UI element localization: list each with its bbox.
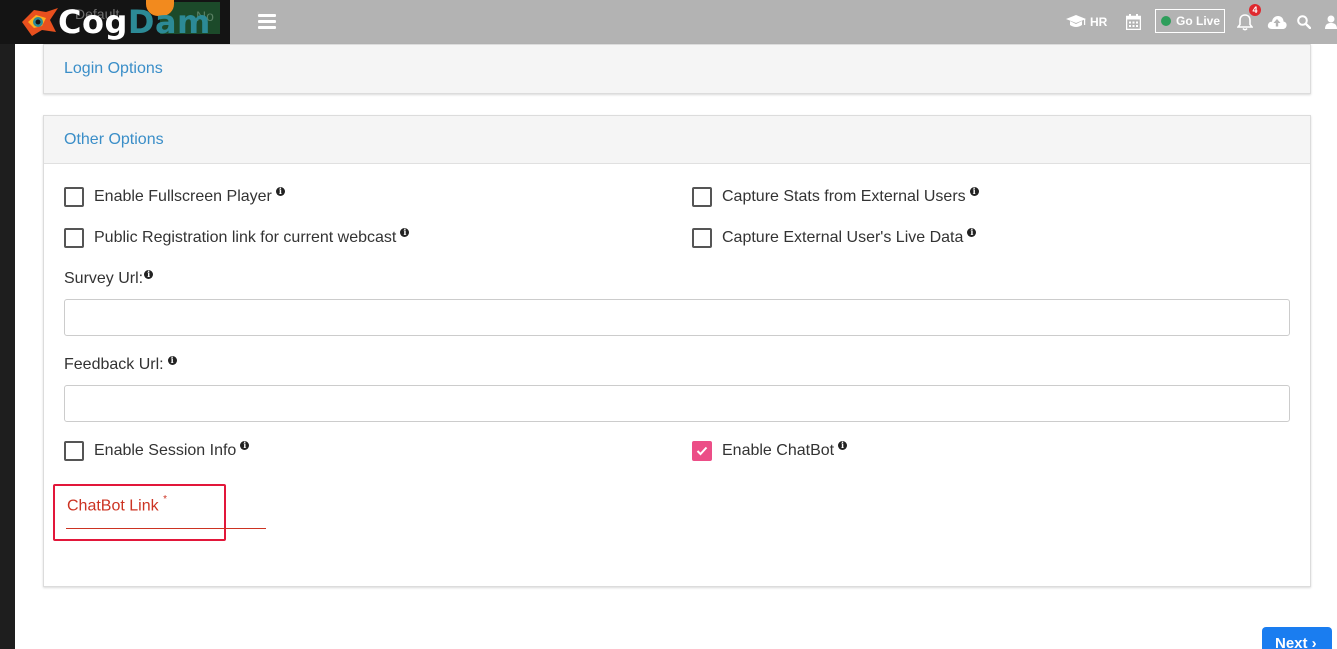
info-icon[interactable]: i (838, 440, 848, 450)
capture-stats-label: Capture Stats from External Users (722, 188, 966, 205)
notification-count-badge: 4 (1249, 4, 1261, 16)
user-menu-button[interactable] (1325, 0, 1337, 44)
fullscreen-checkbox[interactable] (64, 187, 84, 207)
left-sidebar-strip (0, 0, 15, 649)
capture-live-checkbox[interactable] (692, 228, 712, 248)
login-options-header[interactable]: Login Options (44, 45, 1310, 93)
feedback-url-label: Feedback Url: (64, 356, 164, 373)
other-options-title: Other Options (64, 130, 164, 148)
cloud-upload-icon (1267, 16, 1287, 29)
next-button[interactable]: Next › (1262, 627, 1332, 649)
feedback-url-label-row: Feedback Url: i (64, 356, 177, 374)
chatbot-link-label: ChatBot Link (67, 497, 159, 515)
chatbot-link-label-row: ChatBot Link * (67, 494, 167, 515)
info-icon[interactable]: i (969, 186, 979, 196)
top-navbar: Default No CogDam HR Go Live 4 (0, 0, 1337, 44)
info-icon[interactable]: i (967, 227, 977, 237)
info-icon[interactable]: i (240, 440, 250, 450)
survey-url-input[interactable] (64, 299, 1290, 336)
other-options-header[interactable]: Other Options (44, 116, 1310, 164)
logo-text-cog: Cog (58, 3, 128, 41)
survey-url-label: Survey Url: (64, 270, 144, 287)
chatbot-label: Enable ChatBot (722, 442, 835, 459)
public-registration-checkbox[interactable] (64, 228, 84, 248)
logo[interactable]: Default No CogDam (0, 0, 230, 44)
login-options-panel: Login Options (43, 44, 1311, 94)
public-registration-option: Public Registration link for current web… (64, 227, 410, 248)
capture-stats-checkbox[interactable] (692, 187, 712, 207)
go-live-button[interactable]: Go Live (1155, 9, 1225, 33)
hr-menu[interactable]: HR (1066, 0, 1107, 44)
upload-button[interactable] (1267, 0, 1287, 44)
required-asterisk: * (163, 494, 167, 505)
fullscreen-option: Enable Fullscreen Player i (64, 186, 285, 207)
search-icon (1297, 15, 1311, 29)
capture-stats-option: Capture Stats from External Users i (692, 186, 979, 207)
bell-icon (1237, 13, 1253, 31)
calendar-button[interactable] (1126, 0, 1141, 44)
logo-mark-icon (22, 8, 58, 36)
hamburger-menu-icon[interactable] (258, 14, 276, 30)
info-icon[interactable]: i (144, 270, 154, 279)
chatbot-checkbox[interactable] (692, 441, 712, 461)
hr-label: HR (1090, 15, 1108, 29)
capture-live-label: Capture External User's Live Data (722, 229, 964, 246)
graduation-cap-icon (1066, 15, 1086, 27)
fullscreen-label: Enable Fullscreen Player (94, 188, 272, 205)
login-options-title: Login Options (64, 60, 163, 77)
info-icon[interactable]: i (167, 356, 177, 365)
capture-live-option: Capture External User's Live Data i (692, 227, 977, 248)
live-status-dot (1161, 16, 1171, 26)
chatbot-option: Enable ChatBot i (692, 440, 848, 461)
calendar-icon (1126, 14, 1141, 30)
session-info-option: Enable Session Info i (64, 440, 250, 461)
go-live-label: Go Live (1176, 14, 1221, 28)
user-icon (1325, 15, 1337, 29)
search-button[interactable] (1297, 0, 1311, 44)
session-info-checkbox[interactable] (64, 441, 84, 461)
info-icon[interactable]: i (400, 227, 410, 237)
logo-text: CogDam (58, 4, 211, 40)
public-registration-label: Public Registration link for current web… (94, 229, 397, 246)
session-info-label: Enable Session Info (94, 442, 237, 459)
survey-url-label-row: Survey Url: i (64, 270, 154, 288)
logo-text-dam: Dam (127, 3, 211, 41)
feedback-url-input[interactable] (64, 385, 1290, 422)
other-options-panel: Other Options Enable Fullscreen Player i… (43, 115, 1311, 587)
checkmark-icon (696, 446, 708, 456)
info-icon[interactable]: i (275, 186, 285, 196)
chatbot-link-input[interactable] (66, 528, 266, 529)
